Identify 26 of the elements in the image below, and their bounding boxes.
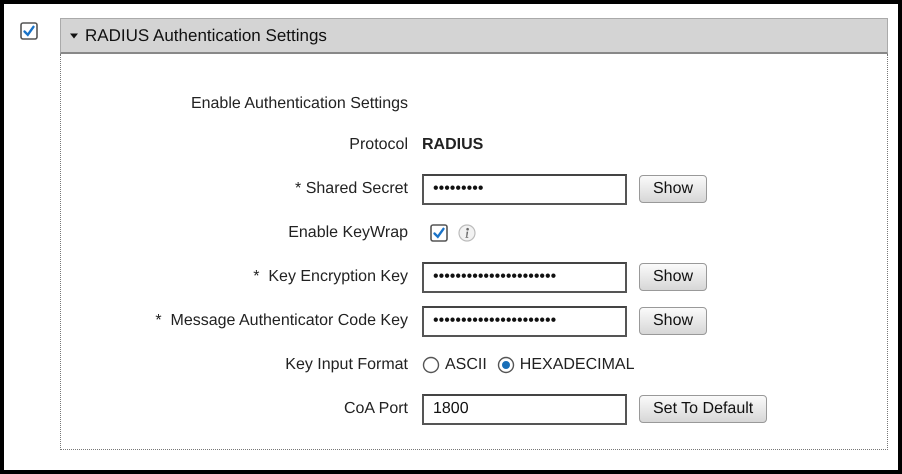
field-label: * Key Encryption Key: [253, 268, 408, 286]
input-field[interactable]: •••••••••: [422, 174, 627, 204]
info-icon[interactable]: [458, 224, 476, 242]
input-field[interactable]: 1800: [422, 394, 627, 424]
protocol-value: RADIUS: [422, 136, 484, 154]
show-button[interactable]: Show: [639, 263, 708, 291]
input-field[interactable]: ••••••••••••••••••••••: [422, 262, 627, 292]
radio-button[interactable]: [496, 356, 515, 374]
radio-label: ASCII: [445, 356, 487, 374]
field-label: Enable KeyWrap: [288, 224, 408, 242]
show-button[interactable]: Show: [639, 175, 708, 203]
checkbox[interactable]: [20, 22, 38, 40]
radio-button[interactable]: [422, 356, 440, 374]
field-label: * Message Authenticator Code Key: [155, 312, 408, 330]
input-field[interactable]: ••••••••••••••••••••••: [422, 306, 627, 336]
field-label: CoA Port: [344, 400, 408, 418]
field-label: Key Input Format: [285, 356, 408, 374]
radio-label: HEXADECIMAL: [520, 356, 634, 374]
field-label: * Shared Secret: [295, 180, 408, 198]
section-title: RADIUS Authentication Settings: [85, 26, 327, 46]
default-button[interactable]: Set To Default: [639, 395, 768, 423]
field-label: Protocol: [349, 136, 408, 154]
field-label: Enable Authentication Settings: [190, 94, 408, 112]
checkbox[interactable]: [430, 224, 448, 242]
section-header[interactable]: RADIUS Authentication Settings: [60, 18, 888, 54]
show-button[interactable]: Show: [639, 307, 708, 335]
